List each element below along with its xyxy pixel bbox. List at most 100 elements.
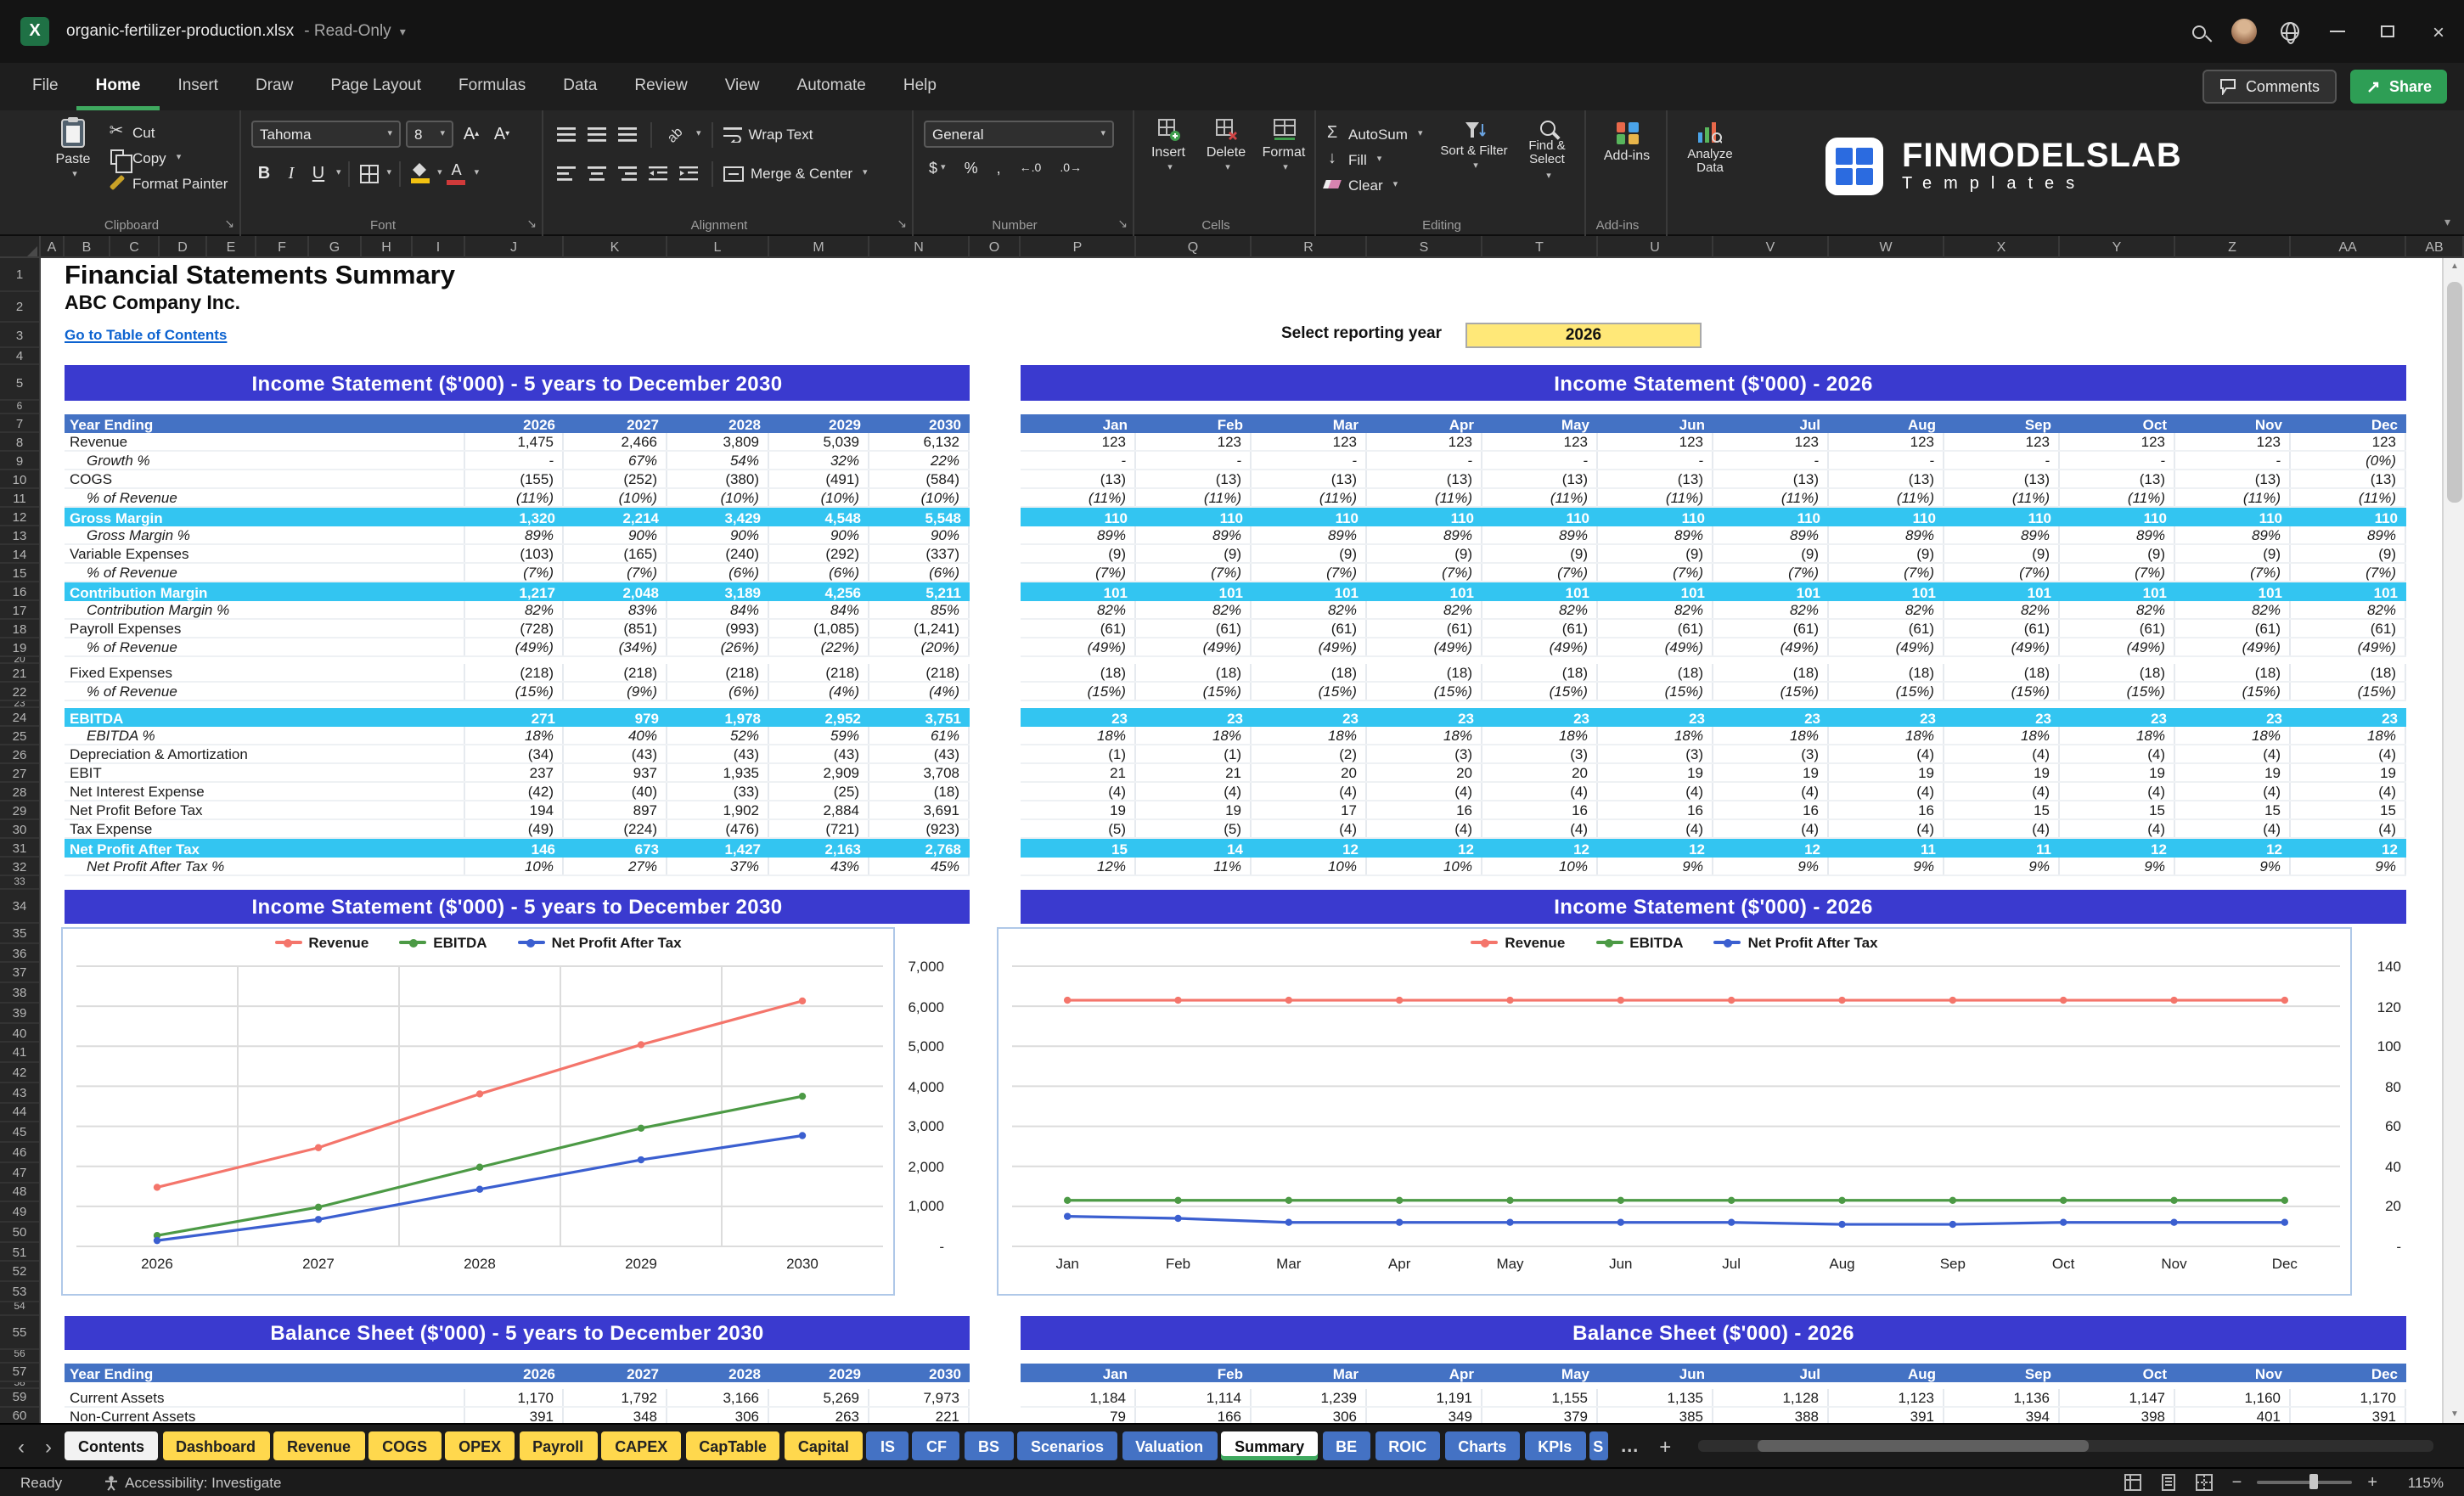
data-cell[interactable]: 12 [1482,839,1598,858]
data-cell[interactable]: 391 [1829,1408,1944,1423]
data-cell[interactable]: - [1482,452,1598,469]
data-cell[interactable]: 23 [1713,708,1829,727]
column-header-S[interactable]: S [1367,236,1482,258]
data-cell[interactable]: (18) [1598,664,1713,681]
sheet-tab-is[interactable]: IS [866,1431,909,1460]
sheet-canvas[interactable]: Financial Statements Summary ABC Company … [41,258,2464,1423]
data-cell[interactable]: 12 [1252,839,1367,858]
data-cell[interactable]: 1,128 [1713,1389,1829,1406]
data-cell[interactable]: (11%) [1021,489,1136,506]
sheet-tab-capital[interactable]: Capital [784,1431,863,1460]
data-cell[interactable]: (4) [1944,783,2060,800]
data-cell[interactable]: (49%) [1136,638,1252,655]
data-cell[interactable]: (61) [1713,620,1829,637]
data-cell[interactable]: 9% [1944,858,2060,875]
row-label[interactable]: Year Ending [65,1364,465,1382]
decrease-decimal-button[interactable]: .0→ [1055,162,1087,174]
data-cell[interactable]: 5,548 [869,508,970,526]
scroll-up-icon[interactable]: ▲ [2444,262,2464,272]
data-cell[interactable]: - [1136,452,1252,469]
underline-button[interactable]: U [306,160,331,187]
data-cell[interactable]: 19 [1021,801,1136,818]
row-header-45[interactable]: 45 [0,1123,39,1144]
number-format-select[interactable]: General ▾ [924,121,1114,148]
paste-button[interactable]: Paste ▾ [48,117,98,180]
data-cell[interactable]: 101 [1252,582,1367,601]
data-cell[interactable]: 19 [1713,764,1829,781]
data-cell[interactable]: 18% [1252,727,1367,744]
data-cell[interactable]: (15%) [1598,683,1713,700]
data-cell[interactable]: 5,269 [769,1389,869,1406]
column-header-P[interactable]: P [1021,236,1136,258]
row-header-25[interactable]: 25 [0,727,39,745]
row-header-24[interactable]: 24 [0,708,39,727]
data-cell[interactable]: 21 [1021,764,1136,781]
row-header-38[interactable]: 38 [0,983,39,1004]
data-cell[interactable]: 348 [564,1408,667,1423]
data-cell[interactable]: (9) [1136,545,1252,562]
data-cell[interactable]: (4) [1829,820,1944,837]
data-cell[interactable]: 1,217 [465,582,564,601]
data-cell[interactable]: 90% [769,526,869,543]
increase-font-size-button[interactable]: A ▴ [458,121,484,148]
data-cell[interactable]: 385 [1598,1408,1713,1423]
data-cell[interactable]: 89% [1367,526,1482,543]
sort-filter-button[interactable]: Sort & Filter ▾ [1438,121,1510,172]
data-cell[interactable]: 101 [1944,582,2060,601]
data-cell[interactable]: (49%) [1367,638,1482,655]
row-header-2[interactable]: 2 [0,292,39,323]
data-cell[interactable]: Sep [1944,1364,2060,1382]
sheet-tab-dashboard[interactable]: Dashboard [162,1431,270,1460]
row-header-3[interactable]: 3 [0,323,39,348]
data-cell[interactable]: (380) [667,470,769,487]
column-header-O[interactable]: O [970,236,1021,258]
data-cell[interactable]: 82% [2291,601,2406,618]
row-label[interactable]: Growth % [65,452,465,469]
ribbon-tab-file[interactable]: File [14,63,77,110]
data-cell[interactable]: 82% [1944,601,2060,618]
data-cell[interactable]: (11%) [1482,489,1598,506]
ribbon-tab-help[interactable]: Help [885,63,955,110]
data-cell[interactable]: 18% [1713,727,1829,744]
data-cell[interactable]: 1,136 [1944,1389,2060,1406]
vertical-scrollbar[interactable]: ▲ ▼ [2442,258,2464,1423]
row-label[interactable]: EBITDA [65,708,465,727]
data-cell[interactable]: (15%) [1021,683,1136,700]
data-cell[interactable]: (61) [1482,620,1598,637]
data-cell[interactable]: 1,475 [465,433,564,450]
row-header-12[interactable]: 12 [0,508,39,526]
borders-button[interactable] [357,160,382,187]
statement-title-left[interactable]: Income Statement ($'000) - 5 years to De… [65,890,970,924]
row-label[interactable]: COGS [65,470,465,487]
row-header-17[interactable]: 17 [0,601,39,620]
data-cell[interactable]: 110 [1021,508,1136,526]
data-cell[interactable]: (34%) [564,638,667,655]
row-header-5[interactable]: 5 [0,365,39,401]
data-cell[interactable]: (13) [2175,470,2291,487]
column-header-AB[interactable]: AB [2406,236,2464,258]
data-cell[interactable]: (3) [1598,745,1713,762]
data-cell[interactable]: 101 [1021,582,1136,601]
data-cell[interactable]: 11 [1829,839,1944,858]
data-cell[interactable]: (18) [1021,664,1136,681]
data-cell[interactable]: (7%) [1252,564,1367,581]
data-cell[interactable]: 45% [869,858,970,875]
data-cell[interactable]: (5) [1136,820,1252,837]
row-header-30[interactable]: 30 [0,820,39,839]
data-cell[interactable]: (61) [1829,620,1944,637]
column-header-AA[interactable]: AA [2291,236,2406,258]
horizontal-scrollbar[interactable] [1698,1440,2433,1452]
row-label[interactable]: % of Revenue [65,683,465,700]
row-header-60[interactable]: 60 [0,1408,39,1423]
data-cell[interactable]: (25) [769,783,869,800]
data-cell[interactable]: 84% [667,601,769,618]
data-cell[interactable]: 19 [1944,764,2060,781]
data-cell[interactable]: 1,147 [2060,1389,2175,1406]
data-cell[interactable]: (49%) [1829,638,1944,655]
data-cell[interactable]: - [1713,452,1829,469]
statement-title-right[interactable]: Balance Sheet ($'000) - 2026 [1021,1316,2406,1350]
data-cell[interactable]: 12 [2060,839,2175,858]
data-cell[interactable]: (584) [869,470,970,487]
data-cell[interactable]: (7%) [1598,564,1713,581]
data-cell[interactable]: 82% [1252,601,1367,618]
